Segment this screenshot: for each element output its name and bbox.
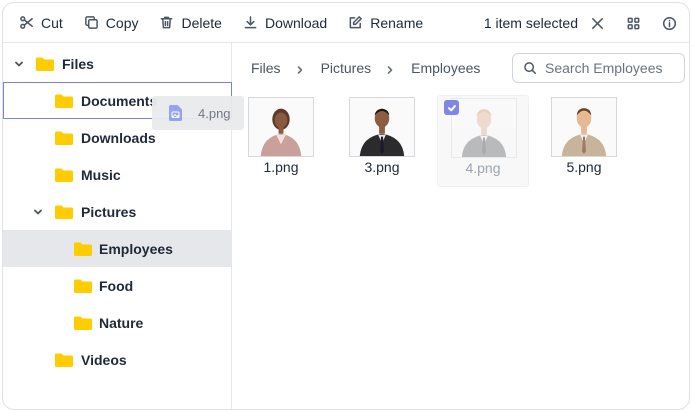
file-item-4-selected[interactable]: 4.png xyxy=(437,95,529,187)
file-item-5[interactable]: 5.png xyxy=(538,95,630,187)
folder-icon xyxy=(36,57,54,71)
copy-icon xyxy=(84,16,98,29)
tree-item-label: Downloads xyxy=(81,129,156,146)
file-item-3[interactable]: 3.png xyxy=(336,95,428,187)
delete-label: Delete xyxy=(181,14,222,31)
chevron-down-icon[interactable] xyxy=(30,204,46,220)
details-button[interactable] xyxy=(658,12,680,34)
chevron-right-icon xyxy=(385,62,397,74)
tree-item-label: Nature xyxy=(99,314,144,331)
toolbar: Cut Copy Delete Download Rename 1 item s… xyxy=(3,3,689,43)
download-button[interactable]: Download xyxy=(237,9,333,37)
folder-icon xyxy=(55,353,73,367)
search-icon xyxy=(524,62,536,74)
file-name: 5.png xyxy=(566,159,602,175)
tree-item-music[interactable]: Music xyxy=(3,156,232,193)
folder-icon xyxy=(74,279,92,293)
folder-icon xyxy=(55,131,73,145)
rename-label: Rename xyxy=(370,14,424,31)
scissors-icon xyxy=(20,16,33,29)
trash-icon xyxy=(161,16,173,29)
search-placeholder: Search Employees xyxy=(545,60,663,76)
edit-icon xyxy=(349,16,363,29)
tree-item-label: Pictures xyxy=(81,203,137,220)
copy-button[interactable]: Copy xyxy=(78,9,145,37)
folder-icon xyxy=(55,168,73,182)
chevron-down-icon[interactable] xyxy=(11,56,27,72)
selection-checkbox[interactable] xyxy=(444,100,459,115)
file-name: 4.png xyxy=(465,160,501,176)
tree-item-label: Employees xyxy=(99,240,173,257)
copy-label: Copy xyxy=(105,14,139,31)
folder-icon xyxy=(74,316,92,330)
breadcrumb-item-employees[interactable]: Employees xyxy=(411,60,480,76)
selection-count: 1 item selected xyxy=(483,15,578,31)
tree-item-employees[interactable]: Employees xyxy=(3,230,232,267)
tree-item-food[interactable]: Food xyxy=(3,267,232,304)
employee-photo-thumbnail xyxy=(349,97,415,157)
tree-item-label: Music xyxy=(81,166,121,183)
tree-item-files[interactable]: Files xyxy=(3,45,232,82)
cut-label: Cut xyxy=(41,14,63,31)
employee-photo-thumbnail xyxy=(451,98,517,158)
folder-icon xyxy=(55,205,73,219)
chevron-right-icon xyxy=(295,62,307,74)
tree-item-pictures[interactable]: Pictures xyxy=(3,193,232,230)
tree-item-nature[interactable]: Nature xyxy=(3,304,232,341)
folder-icon xyxy=(55,94,73,108)
tree-item-label: Documents xyxy=(81,92,158,109)
rename-button[interactable]: Rename xyxy=(342,9,429,37)
file-name: 3.png xyxy=(364,159,400,175)
clear-selection-button[interactable] xyxy=(586,12,608,34)
file-item-1[interactable]: 1.png xyxy=(235,95,327,187)
tree-item-label: Files xyxy=(62,55,94,72)
employee-photo-thumbnail xyxy=(248,97,314,157)
view-toggle-button[interactable] xyxy=(622,12,644,34)
tree-item-label: Videos xyxy=(81,351,127,368)
file-manager-window: Cut Copy Delete Download Rename 1 item s… xyxy=(2,2,690,410)
checkmark-icon xyxy=(447,104,456,111)
folder-icon xyxy=(74,242,92,256)
tree-item-label: Food xyxy=(99,277,134,294)
search-input[interactable]: Search Employees xyxy=(512,53,685,83)
employee-photo-thumbnail xyxy=(551,97,617,157)
drag-preview: 4.png xyxy=(152,96,244,130)
breadcrumb-item-pictures[interactable]: Pictures xyxy=(321,60,372,76)
toolbar-right: 1 item selected xyxy=(484,3,689,43)
delete-button[interactable]: Delete xyxy=(153,9,227,37)
image-file-icon xyxy=(169,105,182,121)
close-icon xyxy=(591,17,603,29)
info-icon xyxy=(662,16,676,30)
grid-icon xyxy=(627,17,639,29)
drag-file-name: 4.png xyxy=(198,105,231,121)
tree-item-videos[interactable]: Videos xyxy=(3,341,232,378)
breadcrumb-item-files[interactable]: Files xyxy=(251,60,281,76)
download-label: Download xyxy=(264,14,328,31)
cut-button[interactable]: Cut xyxy=(13,9,69,37)
download-icon xyxy=(244,16,257,29)
file-name: 1.png xyxy=(263,159,299,175)
